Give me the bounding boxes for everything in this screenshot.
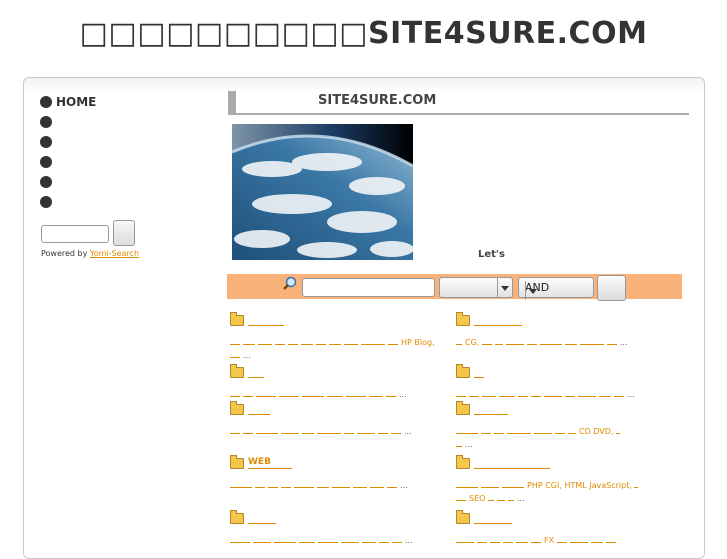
category-1: HP Blog, ... bbox=[230, 311, 450, 361]
category-title[interactable] bbox=[474, 314, 522, 326]
subcategory-list: ... bbox=[230, 424, 450, 437]
category-7: WEB ... bbox=[230, 454, 450, 491]
subcategory-link[interactable]: CG, bbox=[465, 338, 479, 347]
ellipsis: ... bbox=[516, 494, 525, 503]
lets-text: Let's bbox=[478, 249, 505, 260]
search-input[interactable] bbox=[302, 278, 435, 297]
sidebar-item-4[interactable] bbox=[40, 152, 210, 172]
category-9: ... bbox=[230, 509, 450, 546]
sidebar-item-6[interactable] bbox=[40, 192, 210, 212]
folder-icon bbox=[230, 454, 244, 469]
category-title[interactable] bbox=[474, 366, 484, 378]
ellipsis: ... bbox=[400, 481, 408, 490]
ellipsis: ... bbox=[465, 440, 473, 449]
subcategory-list: FX bbox=[456, 533, 676, 546]
category-title[interactable] bbox=[248, 512, 276, 524]
ellipsis: ... bbox=[405, 536, 413, 545]
category-title[interactable] bbox=[474, 403, 508, 415]
subcategory-list: PHP CGI, HTML JavaScript, SEO ... bbox=[456, 478, 676, 504]
main-heading-bar: SITE4SURE.COM bbox=[228, 91, 689, 115]
search-bar: AND bbox=[227, 274, 682, 301]
subcategory-link[interactable]: CD DVD, bbox=[579, 427, 613, 436]
category-3: ... bbox=[230, 363, 450, 400]
bullet-icon bbox=[40, 116, 52, 128]
ellipsis: ... bbox=[619, 338, 628, 347]
subcategory-list: ... bbox=[456, 387, 676, 400]
subcategory-link[interactable]: SEO bbox=[469, 494, 485, 503]
sidebar-search-input[interactable] bbox=[41, 225, 109, 243]
search-button[interactable] bbox=[597, 275, 626, 301]
powered-by-label: Powered by bbox=[41, 249, 88, 258]
sidebar-item-2[interactable] bbox=[40, 112, 210, 132]
subcategory-list: CG, ... bbox=[456, 335, 676, 348]
folder-icon bbox=[230, 400, 244, 415]
powered-by: Powered by Yomi-Search bbox=[41, 249, 139, 258]
search-icon bbox=[283, 276, 297, 290]
folder-icon bbox=[456, 454, 470, 469]
ellipsis: ... bbox=[399, 390, 407, 399]
subcategory-link[interactable]: HP Blog, bbox=[401, 338, 435, 347]
folder-icon bbox=[456, 363, 470, 378]
subcategory-link[interactable]: HTML JavaScript, bbox=[564, 481, 631, 490]
folder-icon bbox=[456, 400, 470, 415]
sidebar-item-label: HOME bbox=[56, 95, 97, 109]
category-title[interactable] bbox=[248, 366, 264, 378]
sidebar-item-home[interactable]: HOME bbox=[40, 92, 210, 112]
ellipsis: ... bbox=[627, 390, 635, 399]
subcategory-link[interactable]: PHP CGI, bbox=[527, 481, 562, 490]
sidebar-nav: HOME bbox=[40, 92, 210, 212]
category-5: ... bbox=[230, 400, 450, 437]
subcategory-list: ... bbox=[230, 533, 450, 546]
powered-by-link[interactable]: Yomi-Search bbox=[90, 249, 139, 258]
subcategory-list: CD DVD, ... bbox=[456, 424, 676, 450]
category-title[interactable]: WEB bbox=[248, 457, 292, 469]
folder-icon bbox=[230, 311, 244, 326]
site-title: □□□□□□□□□□SITE4SURE.COM bbox=[79, 16, 648, 51]
bullet-icon bbox=[40, 156, 52, 168]
page-title: SITE4SURE.COM bbox=[318, 93, 437, 108]
subcategory-list: HP Blog, ... bbox=[230, 335, 450, 361]
folder-icon bbox=[456, 311, 470, 326]
sidebar-search-button[interactable] bbox=[113, 220, 135, 246]
bullet-icon bbox=[40, 96, 52, 108]
ellipsis: ... bbox=[243, 351, 251, 360]
folder-icon bbox=[456, 509, 470, 524]
bullet-icon bbox=[40, 136, 52, 148]
search-scope-select[interactable] bbox=[439, 277, 513, 298]
category-title[interactable] bbox=[248, 403, 270, 415]
category-2: CG, ... bbox=[456, 311, 676, 348]
category-10: FX bbox=[456, 509, 676, 546]
chevron-down-icon bbox=[497, 278, 512, 297]
bullet-icon bbox=[40, 176, 52, 188]
ellipsis: ... bbox=[404, 427, 412, 436]
subcategory-link[interactable]: FX bbox=[544, 536, 554, 545]
chevron-down-icon bbox=[525, 281, 540, 300]
sidebar-item-3[interactable] bbox=[40, 132, 210, 152]
earth-photo bbox=[232, 124, 413, 260]
bullet-icon bbox=[40, 196, 52, 208]
category-6: CD DVD, ... bbox=[456, 400, 676, 450]
folder-icon bbox=[230, 509, 244, 524]
category-title[interactable] bbox=[474, 457, 550, 469]
sidebar-item-5[interactable] bbox=[40, 172, 210, 192]
category-title[interactable] bbox=[474, 512, 512, 524]
subcategory-list: ... bbox=[230, 387, 450, 400]
category-8: PHP CGI, HTML JavaScript, SEO ... bbox=[456, 454, 676, 504]
search-mode-select[interactable]: AND bbox=[518, 277, 594, 300]
folder-icon bbox=[230, 363, 244, 378]
category-4: ... bbox=[456, 363, 676, 400]
category-title[interactable] bbox=[248, 314, 284, 326]
subcategory-list: ... bbox=[230, 478, 450, 491]
